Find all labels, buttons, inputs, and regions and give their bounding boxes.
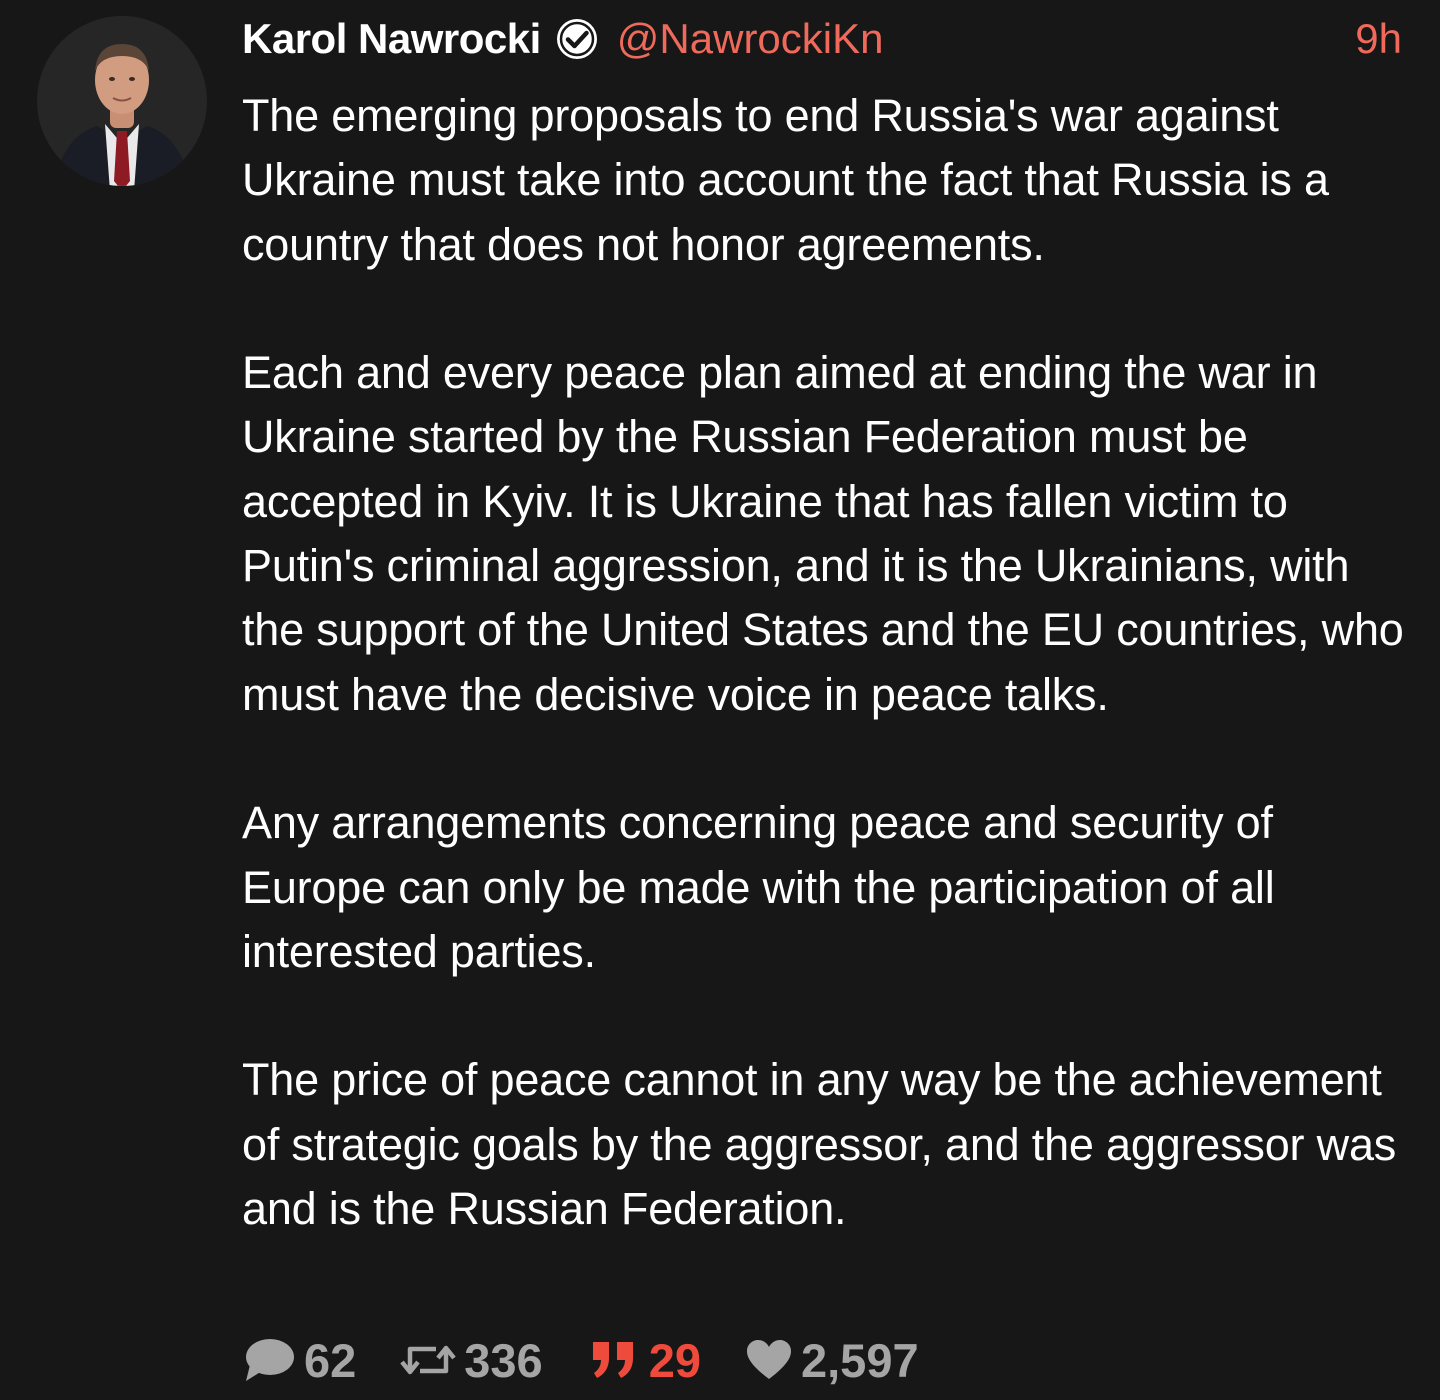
avatar-portrait (37, 16, 207, 186)
repost-button[interactable]: 336 (400, 1333, 543, 1388)
post-paragraph: The price of peace cannot in any way be … (242, 1054, 1397, 1235)
author-avatar[interactable] (37, 16, 207, 186)
comment-bubble-icon (246, 1339, 294, 1381)
heart-icon (746, 1340, 791, 1379)
reply-button[interactable]: 62 (242, 1333, 356, 1388)
author-name[interactable]: Karol Nawrocki (242, 15, 541, 63)
post-timestamp[interactable]: 9h (1355, 15, 1402, 63)
post-body: The emerging proposals to end Russia's w… (242, 84, 1412, 1241)
post-paragraph: The emerging proposals to end Russia's w… (242, 90, 1329, 270)
quote-marks-icon (592, 1342, 633, 1378)
post-paragraph: Any arrangements concerning peace and se… (242, 797, 1275, 977)
quote-count: 29 (648, 1333, 701, 1387)
post-header: Karol Nawrocki @NawrockiKn 9h (242, 8, 1402, 70)
repost-count: 336 (464, 1333, 543, 1387)
post-actions: 62 336 29 2,597 (242, 1330, 963, 1390)
like-count: 2,597 (800, 1333, 919, 1387)
author-handle[interactable]: @NawrockiKn (617, 15, 884, 63)
quote-button[interactable]: 29 (587, 1333, 701, 1388)
post-paragraph: Each and every peace plan aimed at endin… (242, 347, 1404, 720)
reply-count: 62 (304, 1333, 357, 1387)
verified-check-icon (553, 15, 601, 63)
repost-arrows-icon (400, 1345, 457, 1375)
like-button[interactable]: 2,597 (745, 1333, 919, 1388)
